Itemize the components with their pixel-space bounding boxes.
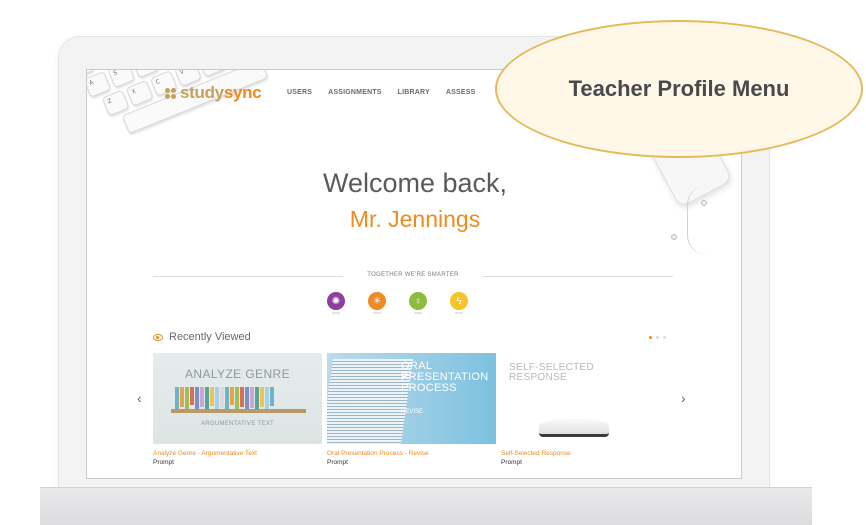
badge-row: ✺ ☀ ♀ ϟ	[327, 292, 468, 314]
open-book-illustration	[539, 419, 609, 437]
card-title[interactable]: Oral Presentation Process - Revise	[327, 450, 496, 457]
welcome-greeting: Welcome back,	[322, 168, 508, 198]
teacher-profile-menu-callout[interactable]: Teacher Profile Menu	[495, 20, 863, 158]
earbud-icon	[671, 234, 677, 240]
recent-card[interactable]: SELF-SELECTED RESPONSE Self-Selected Res…	[501, 353, 670, 466]
lightning-icon[interactable]: ϟ	[450, 292, 468, 314]
card-type: Prompt	[327, 459, 348, 466]
studysync-logo[interactable]: studysync	[165, 83, 262, 103]
pager-dot[interactable]	[649, 336, 652, 339]
thumb-title: SELF-SELECTED RESPONSE	[509, 362, 595, 383]
card-title[interactable]: Analyze Genre - Argumentative Text	[153, 450, 322, 457]
nav-assess[interactable]: ASSESS	[446, 89, 476, 96]
recent-card[interactable]: ANALYZE GENRE ARGUMENTATIVE TEXT Analyze…	[153, 353, 322, 466]
callout-label: Teacher Profile Menu	[568, 76, 790, 101]
main-nav: USERS ASSIGNMENTS LIBRARY ASSESS	[287, 89, 476, 96]
nav-assignments[interactable]: ASSIGNMENTS	[328, 89, 382, 96]
thumb-subtitle: REVISE	[401, 409, 424, 415]
carousel-next-button[interactable]: ›	[681, 390, 686, 406]
pager-dot[interactable]	[656, 336, 659, 339]
card-type: Prompt	[501, 459, 522, 466]
thumb-subtitle: ARGUMENTATIVE TEXT	[200, 421, 275, 427]
nav-library[interactable]: LIBRARY	[398, 89, 430, 96]
card-title[interactable]: Self-Selected Response	[501, 450, 670, 457]
together-divider: TOGETHER WE'RE SMARTER	[153, 270, 673, 282]
recently-viewed-header: Recently Viewed	[153, 331, 251, 343]
teacher-name: Mr. Jennings	[349, 206, 481, 232]
card-thumbnail[interactable]: SELF-SELECTED RESPONSE	[501, 353, 670, 444]
laptop-base	[40, 487, 812, 525]
recent-card[interactable]: ORAL PRESENTATION PROCESS REVISE Oral Pr…	[327, 353, 496, 466]
logo-dots-icon	[165, 87, 176, 99]
card-type: Prompt	[153, 459, 174, 466]
together-label: TOGETHER WE'RE SMARTER	[367, 272, 459, 278]
logo-text: studysync	[180, 83, 262, 102]
thumb-title: ORAL PRESENTATION PROCESS	[401, 360, 489, 394]
starburst-icon[interactable]: ✺	[327, 292, 345, 314]
sun-icon[interactable]: ☀	[368, 292, 386, 314]
pager-dot[interactable]	[663, 336, 666, 339]
shelf	[171, 409, 306, 413]
thumb-title: ANALYZE GENRE	[184, 367, 290, 381]
nav-users[interactable]: USERS	[287, 89, 312, 96]
eye-icon	[153, 333, 163, 341]
books-illustration	[175, 387, 274, 409]
card-thumbnail[interactable]: ORAL PRESENTATION PROCESS REVISE	[327, 353, 496, 444]
lightbulb-icon[interactable]: ♀	[409, 292, 427, 314]
carousel-prev-button[interactable]: ‹	[137, 390, 142, 406]
card-thumbnail[interactable]: ANALYZE GENRE ARGUMENTATIVE TEXT	[153, 353, 322, 444]
recently-viewed-title: Recently Viewed	[169, 331, 251, 343]
carousel-pager	[649, 336, 666, 339]
